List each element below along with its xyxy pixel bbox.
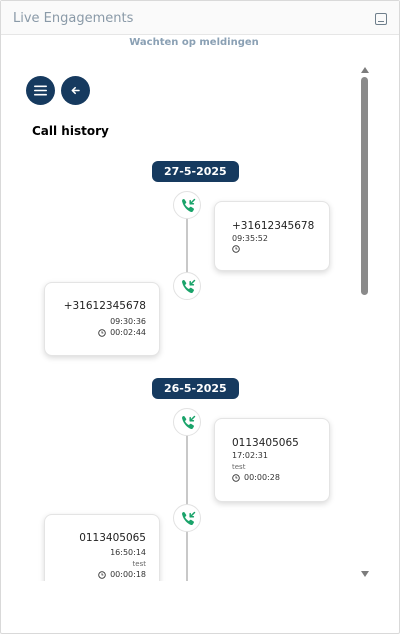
incoming-call-icon [173, 191, 201, 219]
clock-icon [232, 245, 240, 253]
incoming-call-icon [173, 504, 201, 532]
title-bar: Live Engagements [1, 1, 399, 35]
call-note: test [232, 463, 246, 471]
vertical-scrollbar[interactable] [360, 65, 372, 579]
call-note: test [132, 560, 146, 568]
caller-number: 0113405065 [79, 532, 146, 544]
call-duration: 00:02:44 [45, 328, 146, 337]
call-card[interactable]: +31612345678 09:30:36 00:02:44 [44, 282, 160, 356]
date-separator: 27-5-2025 [152, 161, 239, 182]
back-button[interactable] [61, 76, 90, 105]
caller-number: +31612345678 [232, 220, 315, 232]
caller-number: +31612345678 [63, 300, 146, 312]
call-duration [232, 245, 329, 253]
date-separator: 26-5-2025 [152, 378, 239, 399]
call-card[interactable]: 0113405065 17:02:31 test 00:00:28 [214, 418, 330, 502]
scroll-down-icon[interactable] [361, 571, 369, 577]
clock-icon [232, 473, 240, 482]
arrow-left-icon [71, 86, 80, 95]
call-time: 09:30:36 [110, 317, 146, 326]
call-duration-value: 00:02:44 [110, 328, 146, 337]
call-duration: 00:00:18 [45, 570, 146, 579]
call-time: 09:35:52 [232, 234, 268, 243]
menu-icon [34, 85, 47, 96]
call-card[interactable]: 0113405065 16:50:14 test 00:00:18 [44, 514, 160, 581]
caller-number: 0113405065 [232, 437, 299, 449]
call-duration-value: 00:00:28 [244, 473, 280, 482]
call-duration-value: 00:00:18 [110, 570, 146, 579]
call-card[interactable]: +31612345678 09:35:52 [214, 201, 330, 271]
live-engagements-window: Live Engagements Wachten op meldingen Ca… [0, 0, 400, 634]
scrollbar-thumb[interactable] [361, 77, 368, 295]
call-time: 16:50:14 [110, 548, 146, 557]
page-title: Call history [32, 124, 109, 138]
clock-icon [98, 570, 106, 579]
call-duration: 00:00:28 [232, 473, 329, 482]
incoming-call-icon [173, 408, 201, 436]
minimize-icon[interactable] [375, 13, 387, 25]
clock-icon [98, 328, 106, 337]
scroll-up-icon[interactable] [361, 67, 369, 73]
call-time: 17:02:31 [232, 451, 268, 460]
call-history-panel: Call history 27-5-2025 +31612345678 09:3… [1, 61, 359, 581]
menu-button[interactable] [26, 76, 55, 105]
incoming-call-icon [173, 272, 201, 300]
status-text: Wachten op meldingen [129, 37, 259, 48]
window-title: Live Engagements [13, 11, 134, 26]
